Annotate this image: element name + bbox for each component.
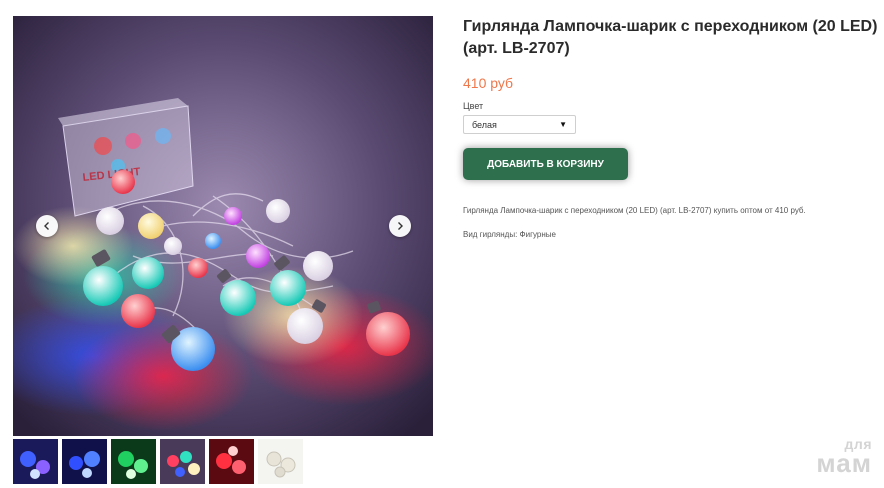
add-to-cart-button[interactable]: ДОБАВИТЬ В КОРЗИНУ [463,148,628,180]
gallery-next-button[interactable] [389,215,411,237]
site-watermark: для мам [797,436,872,480]
product-property: Вид гирлянды: Фигурные [463,230,556,239]
color-option-label: Цвет [463,101,484,111]
thumbnail-2[interactable] [62,439,107,484]
main-product-photo[interactable]: LED LIGHT [13,16,433,436]
product-gallery: LED LIGHT [13,16,433,436]
thumbnail-5[interactable] [209,439,254,484]
color-select-value: белая [472,119,497,130]
product-title: Гирлянда Лампочка-шарик с переходником (… [463,18,878,57]
thumbnail-3[interactable] [111,439,156,484]
watermark-bottom-text: мам [816,448,872,478]
gallery-prev-button[interactable] [36,215,58,237]
product-details: Гирлянда Лампочка-шарик с переходником (… [463,16,878,239]
thumbnail-4[interactable] [160,439,205,484]
product-description: Гирлянда Лампочка-шарик с переходником (… [463,206,806,215]
product-price: 410 руб [463,75,514,91]
caret-down-icon: ▼ [559,120,567,129]
thumbnail-1[interactable] [13,439,58,484]
thumbnail-6[interactable] [258,439,303,484]
chevron-left-icon [44,222,49,230]
color-select[interactable]: белая ▼ [463,115,576,134]
thumbnail-strip [13,439,303,484]
chevron-right-icon [398,222,403,230]
